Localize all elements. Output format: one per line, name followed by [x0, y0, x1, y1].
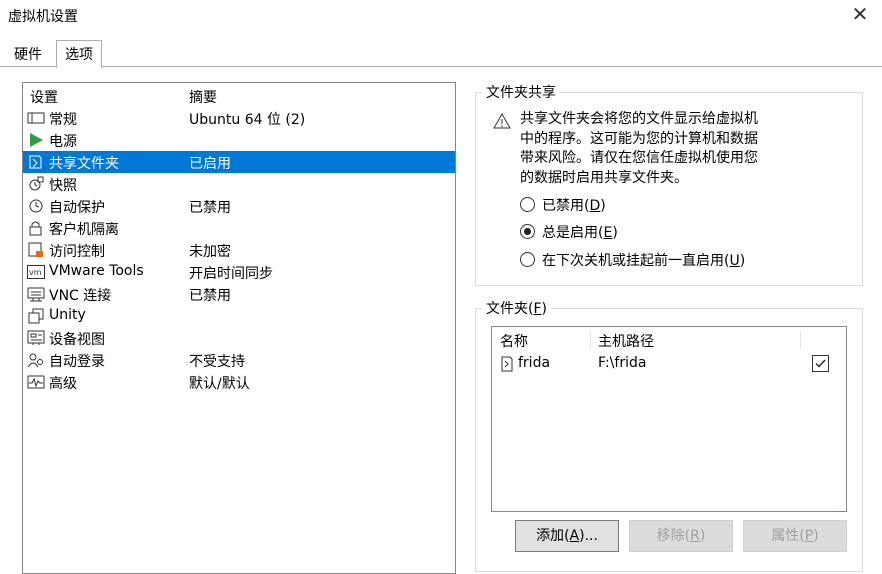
- shared-folder-icon: [27, 154, 45, 170]
- radio-circle[interactable]: [520, 197, 535, 212]
- column-header-setting[interactable]: 设置: [30, 87, 58, 107]
- warning-line: 中的程序。这可能为您的计算机和数据: [520, 130, 758, 147]
- settings-item-label: 访问控制: [49, 244, 105, 260]
- folder-enabled-checkbox[interactable]: [812, 355, 829, 372]
- power-icon: [27, 132, 45, 148]
- settings-item-label: 快照: [49, 178, 77, 194]
- settings-item-summary: 默认/默认: [189, 376, 250, 392]
- tab-divider: [0, 66, 882, 67]
- settings-item-vnc[interactable]: VNC 连接 已禁用: [23, 283, 455, 305]
- settings-item-summary: 已禁用: [189, 200, 231, 216]
- folder-row[interactable]: frida F:\frida: [492, 353, 846, 375]
- folders-legend: 文件夹(F): [482, 298, 551, 318]
- general-icon: [27, 110, 45, 126]
- folder-sharing-legend: 文件夹共享: [482, 82, 560, 102]
- advanced-icon: [27, 374, 45, 390]
- settings-item-label: VNC 连接: [49, 288, 112, 304]
- radio-label: 已禁用(D): [542, 198, 606, 214]
- warning-line: 带来风险。请仅在您信任虚拟机使用您: [520, 150, 758, 166]
- settings-item-label: 自动登录: [49, 354, 105, 370]
- settings-item-summary: 开启时间同步: [189, 266, 273, 282]
- column-header-host-path[interactable]: 主机路径: [598, 331, 654, 351]
- column-header-name[interactable]: 名称: [500, 331, 528, 351]
- sharing-warning: 共享文件夹会将您的文件显示给虚拟机 中的程序。这可能为您的计算机和数据 带来风险…: [520, 110, 790, 188]
- radio-label: 在下次关机或挂起前一直启用(U): [542, 253, 746, 269]
- tab-options[interactable]: 选项: [56, 40, 102, 68]
- column-separator[interactable]: [800, 331, 801, 349]
- window-title: 虚拟机设置: [8, 9, 78, 25]
- column-separator[interactable]: [590, 331, 591, 349]
- access-control-icon: [27, 242, 45, 258]
- settings-item-advanced[interactable]: 高级 默认/默认: [23, 371, 455, 393]
- settings-item-summary: 已禁用: [189, 288, 231, 304]
- settings-item-shared-folders[interactable]: 共享文件夹 已启用: [23, 151, 455, 173]
- settings-item-summary: 不受支持: [189, 354, 245, 370]
- radio-dot: [524, 228, 531, 235]
- radio-circle[interactable]: [520, 224, 535, 239]
- svg-text:vm: vm: [29, 268, 42, 277]
- shared-folder-icon: [499, 356, 515, 376]
- autoprotect-icon: [27, 198, 45, 214]
- folders-list[interactable]: 名称 主机路径 frida F:\frida: [491, 326, 847, 512]
- vmware-tools-icon: vm: [27, 264, 45, 280]
- settings-item-access-control[interactable]: 访问控制 未加密: [23, 239, 455, 261]
- settings-item-power[interactable]: 电源: [23, 129, 455, 151]
- settings-item-label: 设备视图: [49, 332, 105, 348]
- add-button[interactable]: 添加(A)...: [515, 520, 619, 552]
- lock-icon: [27, 220, 45, 236]
- settings-item-label: Unity: [49, 307, 86, 323]
- settings-item-isolation[interactable]: 客户机隔离: [23, 217, 455, 239]
- settings-item-general[interactable]: 常规 Ubuntu 64 位 (2): [23, 107, 455, 129]
- warning-line: 共享文件夹会将您的文件显示给虚拟机: [520, 111, 758, 127]
- warning-line: 的数据时启用共享文件夹。: [520, 169, 688, 186]
- settings-item-autoprotect[interactable]: 自动保护 已禁用: [23, 195, 455, 217]
- settings-item-label: 电源: [49, 134, 77, 150]
- remove-button[interactable]: 移除(R): [629, 520, 733, 552]
- settings-item-snapshots[interactable]: 快照: [23, 173, 455, 195]
- settings-item-label: VMware Tools: [49, 263, 144, 279]
- settings-item-label: 高级: [49, 376, 77, 392]
- radio-label: 总是启用(E): [542, 225, 618, 241]
- column-header-summary[interactable]: 摘要: [189, 87, 217, 107]
- settings-item-label: 客户机隔离: [49, 222, 119, 238]
- settings-item-unity[interactable]: Unity: [23, 305, 455, 327]
- device-view-icon: [27, 330, 45, 346]
- settings-item-device-view[interactable]: 设备视图: [23, 327, 455, 349]
- settings-item-label: 共享文件夹: [49, 156, 119, 172]
- folder-name: frida: [518, 355, 551, 371]
- settings-list-header: 设置 摘要: [23, 87, 455, 107]
- settings-item-vmware-tools[interactable]: vm VMware Tools 开启时间同步: [23, 261, 455, 283]
- settings-item-autologin[interactable]: 自动登录 不受支持: [23, 349, 455, 371]
- settings-item-summary: 已启用: [189, 156, 231, 172]
- autologin-icon: [27, 352, 45, 368]
- warning-icon: [493, 112, 511, 129]
- properties-button[interactable]: 属性(P): [743, 520, 847, 552]
- settings-list[interactable]: 设置 摘要 常规 Ubuntu 64 位 (2) 电源 共享文件夹 已启用 快照…: [22, 82, 456, 574]
- settings-item-label: 自动保护: [49, 200, 105, 216]
- radio-circle[interactable]: [520, 252, 535, 267]
- tab-hardware[interactable]: 硬件: [8, 44, 48, 66]
- folder-host-path: F:\frida: [598, 355, 647, 371]
- vnc-icon: [27, 286, 45, 302]
- settings-item-summary: 未加密: [189, 244, 231, 260]
- title-bar: 虚拟机设置 ✕: [0, 0, 882, 32]
- close-icon[interactable]: ✕: [848, 2, 872, 26]
- unity-icon: [27, 308, 45, 324]
- settings-item-summary: Ubuntu 64 位 (2): [189, 112, 306, 128]
- settings-item-label: 常规: [49, 112, 77, 128]
- snapshot-icon: [27, 176, 45, 192]
